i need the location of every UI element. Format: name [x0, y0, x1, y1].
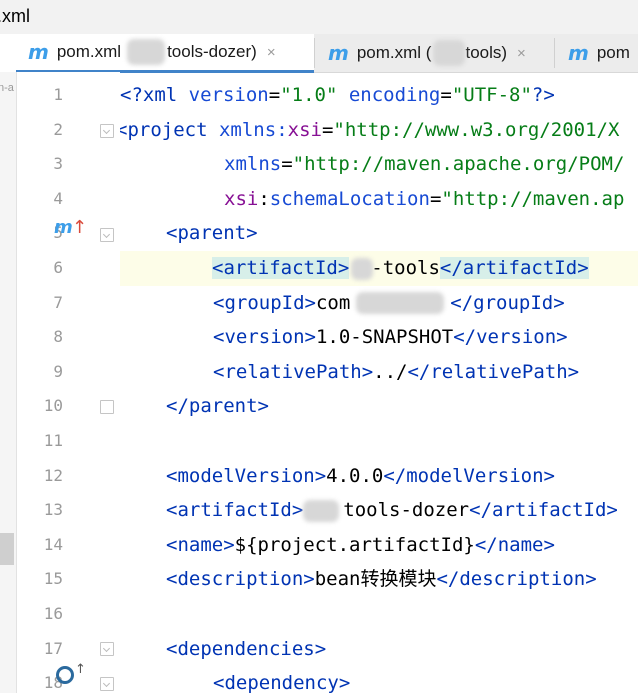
implemented-arrow-icon: ↑ — [75, 662, 86, 677]
tab-pom-tools[interactable]: m pom.xml ( tools) × — [316, 34, 568, 72]
line-number: 13 — [43, 500, 63, 520]
window-titlebar: .xml — [0, 0, 638, 34]
maven-icon: m — [28, 40, 49, 64]
line-number: 7 — [53, 292, 63, 312]
line-number: 4 — [53, 188, 63, 208]
code-line-15: <description>bean转换模块</description> — [166, 568, 597, 591]
tab-pom-3[interactable]: m pom — [556, 34, 638, 72]
code-line-3: xmlns="http://maven.apache.org/POM/ — [224, 153, 625, 176]
override-arrow-icon[interactable]: ↑ — [72, 217, 87, 238]
line-number: 3 — [53, 154, 63, 174]
code-line-17: <dependencies> — [166, 637, 327, 660]
maven-icon: m — [568, 41, 589, 65]
maven-icon: m — [328, 41, 349, 65]
maven-parent-marker-icon[interactable]: m — [54, 217, 73, 238]
implemented-marker-icon[interactable] — [56, 666, 74, 684]
line-number: 9 — [53, 361, 63, 381]
line-number: 8 — [53, 327, 63, 347]
code-line-2: <project xmlns:xsi="http://www.w3.org/20… — [120, 118, 620, 141]
code-line-9: <relativePath>../</relativePath> — [213, 360, 580, 383]
line-number: 1 — [53, 85, 63, 104]
line-number: 11 — [43, 431, 63, 450]
project-tool-strip: n-a — [0, 72, 17, 693]
tab-label-prefix: pom.xml — [56, 42, 122, 61]
line-number: 6 — [53, 258, 63, 277]
line-number: 10 — [43, 396, 63, 416]
code-line-7: <groupId>com </groupId> — [213, 291, 565, 315]
editor-tab-bar: m pom.xml tools-dozer) × m pom.xml ( too… — [16, 34, 638, 73]
code-line-18: <dependency> — [213, 672, 351, 693]
code-line-4: xsi:schemaLocation="http://maven.ap — [224, 187, 625, 210]
editor-gutter: 1 2 3 4 5 6 7 8 9 10 11 12 13 14 15 16 1… — [17, 72, 120, 693]
fold-toggle-icon[interactable] — [100, 124, 114, 138]
tab-separator — [554, 38, 555, 68]
project-crumb: n-a — [0, 82, 14, 94]
line-number: 12 — [43, 465, 63, 485]
code-line-1: <?xml version="1.0" encoding="UTF-8"?> — [120, 84, 555, 106]
code-line-14: <name>${project.artifactId}</name> — [166, 533, 555, 556]
fold-toggle-icon[interactable] — [100, 642, 114, 656]
code-line-10: </parent> — [166, 395, 269, 418]
code-line-13: <artifactId> tools-dozer</artifactId> — [166, 499, 618, 522]
tab-separator — [314, 38, 315, 68]
redacted-text — [303, 499, 340, 522]
redacted-text — [351, 257, 374, 280]
tab-label-suffix: tools-dozer) — [167, 42, 257, 61]
fold-end-icon[interactable] — [100, 400, 114, 414]
tab-label-prefix: pom — [596, 43, 630, 62]
fold-toggle-icon[interactable] — [100, 228, 114, 242]
line-number: 16 — [43, 604, 63, 623]
close-tab-icon[interactable]: × — [517, 45, 526, 62]
line-number: 2 — [53, 119, 63, 139]
window-title: .xml — [0, 6, 30, 26]
code-editor[interactable]: <?xml version="1.0" encoding="UTF-8"?> <… — [120, 72, 638, 693]
tab-label-suffix: tools) — [465, 43, 508, 62]
line-number: 17 — [43, 638, 63, 658]
redacted-text — [127, 39, 166, 65]
line-number: 14 — [43, 534, 63, 554]
tab-pom-tools-dozer[interactable]: m pom.xml tools-dozer) × — [16, 34, 314, 73]
code-line-5: <parent> — [166, 222, 258, 245]
redacted-text — [356, 292, 445, 315]
scrollbar-thumb[interactable] — [0, 533, 14, 565]
code-line-6-current: <artifactId> -tools</artifactId> — [120, 251, 638, 286]
fold-toggle-icon[interactable] — [100, 677, 114, 691]
code-line-8: <version>1.0-SNAPSHOT</version> — [213, 326, 568, 349]
code-line-12: <modelVersion>4.0.0</modelVersion> — [166, 464, 555, 487]
close-tab-icon[interactable]: × — [267, 44, 276, 61]
tab-label-prefix: pom.xml ( — [356, 43, 432, 62]
redacted-text — [433, 40, 466, 66]
line-number: 15 — [43, 569, 63, 589]
